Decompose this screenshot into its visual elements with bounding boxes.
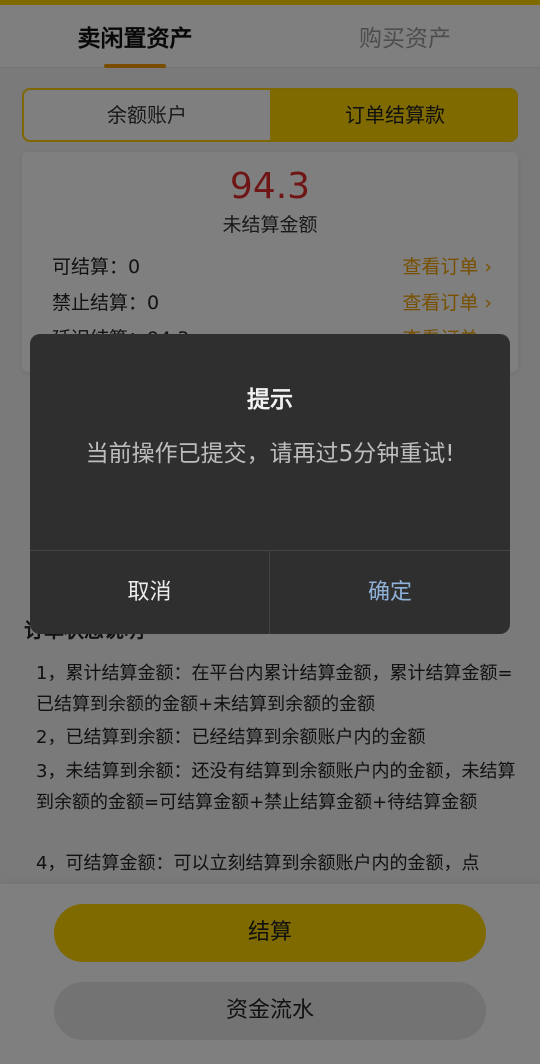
alert-dialog: 提示 当前操作已提交，请再过5分钟重试! 取消 确定 xyxy=(30,334,510,634)
dialog-message: 当前操作已提交，请再过5分钟重试! xyxy=(85,441,455,467)
cancel-button[interactable]: 取消 xyxy=(30,551,269,634)
confirm-button[interactable]: 确定 xyxy=(270,551,510,634)
dialog-title: 提示 xyxy=(247,387,293,413)
